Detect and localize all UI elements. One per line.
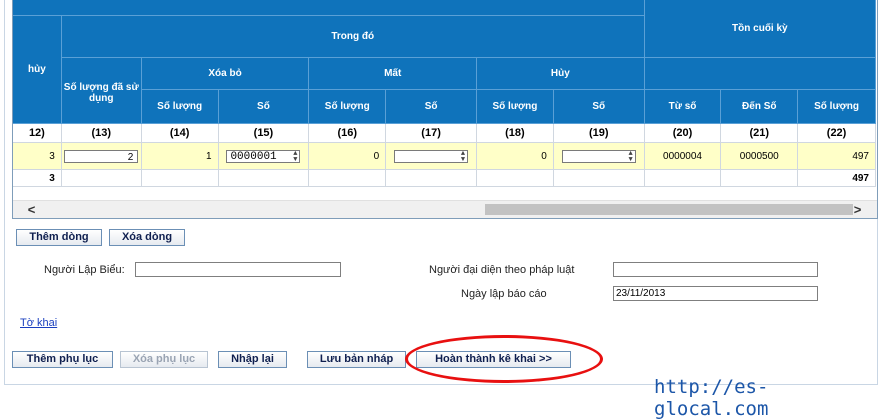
them-phu-luc-button[interactable]: Thêm phụ lục [12, 351, 113, 368]
cell-xoa-bo-so-luong: 1 [140, 142, 219, 170]
mat-so-stepper[interactable]: ▲ ▼ [394, 149, 469, 163]
cell-huy-so: ▲ ▼ [552, 142, 645, 170]
col-number-15: (15) [217, 123, 310, 143]
header-den-so: Đến Số [720, 89, 799, 124]
cell-den-so: 0000500 [720, 142, 799, 170]
cell-mat-so-luong: 0 [308, 142, 387, 170]
header-tu-so: Từ số [643, 89, 722, 124]
cell-huy-so-luong: 0 [476, 142, 554, 170]
header-ton-spacer [643, 57, 877, 90]
cell-xoa-bo-so: 0000001 ▲ ▼ [217, 142, 310, 170]
header-so-luong-da-su-dung: Số lượng đã sử dụng [60, 57, 142, 124]
header-huy-so-luong: Số lượng [476, 89, 554, 124]
header-xoa-bo-so-luong: Số lượng [140, 89, 219, 124]
header-huy: Hủy [476, 57, 645, 90]
horizontal-scrollbar[interactable]: < > [13, 200, 877, 218]
col-number-12: 12) [13, 123, 62, 143]
header-ton-so-luong: Số lượng [797, 89, 876, 124]
scrollbar-thumb[interactable] [485, 204, 853, 215]
col-number-13: (13) [60, 123, 142, 143]
xoa-bo-so-stepper[interactable]: 0000001 ▲ ▼ [226, 149, 301, 163]
invoice-table: Tồn cuối kỳ hủy Trong đó Số lượng đã sử … [13, 0, 877, 187]
sum-ton-so-luong: 497 [797, 169, 876, 187]
huy-so-stepper[interactable]: ▲ ▼ [561, 149, 636, 163]
header-trong-do: Trong đó [60, 15, 645, 58]
scroll-left-icon[interactable]: < [23, 201, 40, 218]
xoa-bo-so-value: 0000001 [230, 150, 277, 163]
annotation-red-oval [405, 335, 603, 383]
col-number-22: (22) [797, 123, 876, 143]
scroll-right-icon[interactable]: > [849, 201, 866, 218]
luu-ban-nhap-button[interactable]: Lưu bản nháp [307, 351, 406, 368]
header-huy-so: Số [552, 89, 645, 124]
nguoi-dai-dien-input[interactable] [613, 262, 818, 277]
watermark-text: http://es-glocal.com [654, 376, 769, 420]
col-number-19: (19) [552, 123, 645, 143]
header-top-band [13, 0, 645, 16]
them-dong-button[interactable]: Thêm dòng [16, 229, 102, 246]
spin-arrows-icon[interactable]: ▲ ▼ [461, 150, 465, 163]
xoa-phu-luc-button[interactable]: Xóa phụ lục [120, 351, 208, 368]
cell-tong-huy: 3 [13, 142, 62, 170]
header-ton-cuoi-ky: Tồn cuối kỳ [643, 0, 877, 58]
nhap-lai-button[interactable]: Nhập lại [218, 351, 287, 368]
nguoi-lap-bieu-input[interactable] [135, 262, 341, 277]
sum-tong-huy: 3 [13, 169, 62, 187]
col-number-17: (17) [385, 123, 478, 143]
cell-so-luong-da-su-dung: 2 [60, 142, 142, 170]
header-mat: Mất [308, 57, 478, 90]
header-mat-so-luong: Số lượng [308, 89, 387, 124]
so-luong-da-su-dung-input[interactable]: 2 [64, 149, 139, 163]
header-xoa-bo-so: Số [217, 89, 310, 124]
cell-mat-so: ▲ ▼ [385, 142, 478, 170]
table-sum-row: 3 497 [13, 169, 876, 187]
spin-arrows-icon[interactable]: ▲ ▼ [293, 150, 297, 163]
col-number-20: (20) [643, 123, 722, 143]
spin-arrows-icon[interactable]: ▲ ▼ [629, 150, 633, 163]
col-number-18: (18) [476, 123, 554, 143]
col-number-16: (16) [308, 123, 387, 143]
nguoi-dai-dien-label: Người đại diện theo pháp luật [429, 264, 575, 276]
cell-tu-so: 0000004 [643, 142, 722, 170]
nguoi-lap-bieu-label: Người Lập Biểu: [44, 264, 125, 276]
table-row: 3 2 1 0000001 ▲ ▼ 0 ▲ ▼ 0 ▲ ▼ 0000004 000050… [13, 142, 876, 170]
header-xoa-bo: Xóa bỏ [140, 57, 310, 90]
col-number-14: (14) [140, 123, 219, 143]
ngay-lap-input[interactable]: 23/11/2013 [613, 286, 818, 301]
cell-ton-so-luong: 497 [797, 142, 876, 170]
header-huy-left: hủy [13, 15, 62, 124]
to-khai-link[interactable]: Tờ khai [20, 317, 57, 329]
header-mat-so: Số [385, 89, 478, 124]
xoa-dong-button[interactable]: Xóa dòng [109, 229, 185, 246]
invoice-grid: Tồn cuối kỳ hủy Trong đó Số lượng đã sử … [12, 0, 878, 219]
col-number-21: (21) [720, 123, 799, 143]
ngay-lap-label: Ngày lập báo cáo [461, 288, 547, 300]
